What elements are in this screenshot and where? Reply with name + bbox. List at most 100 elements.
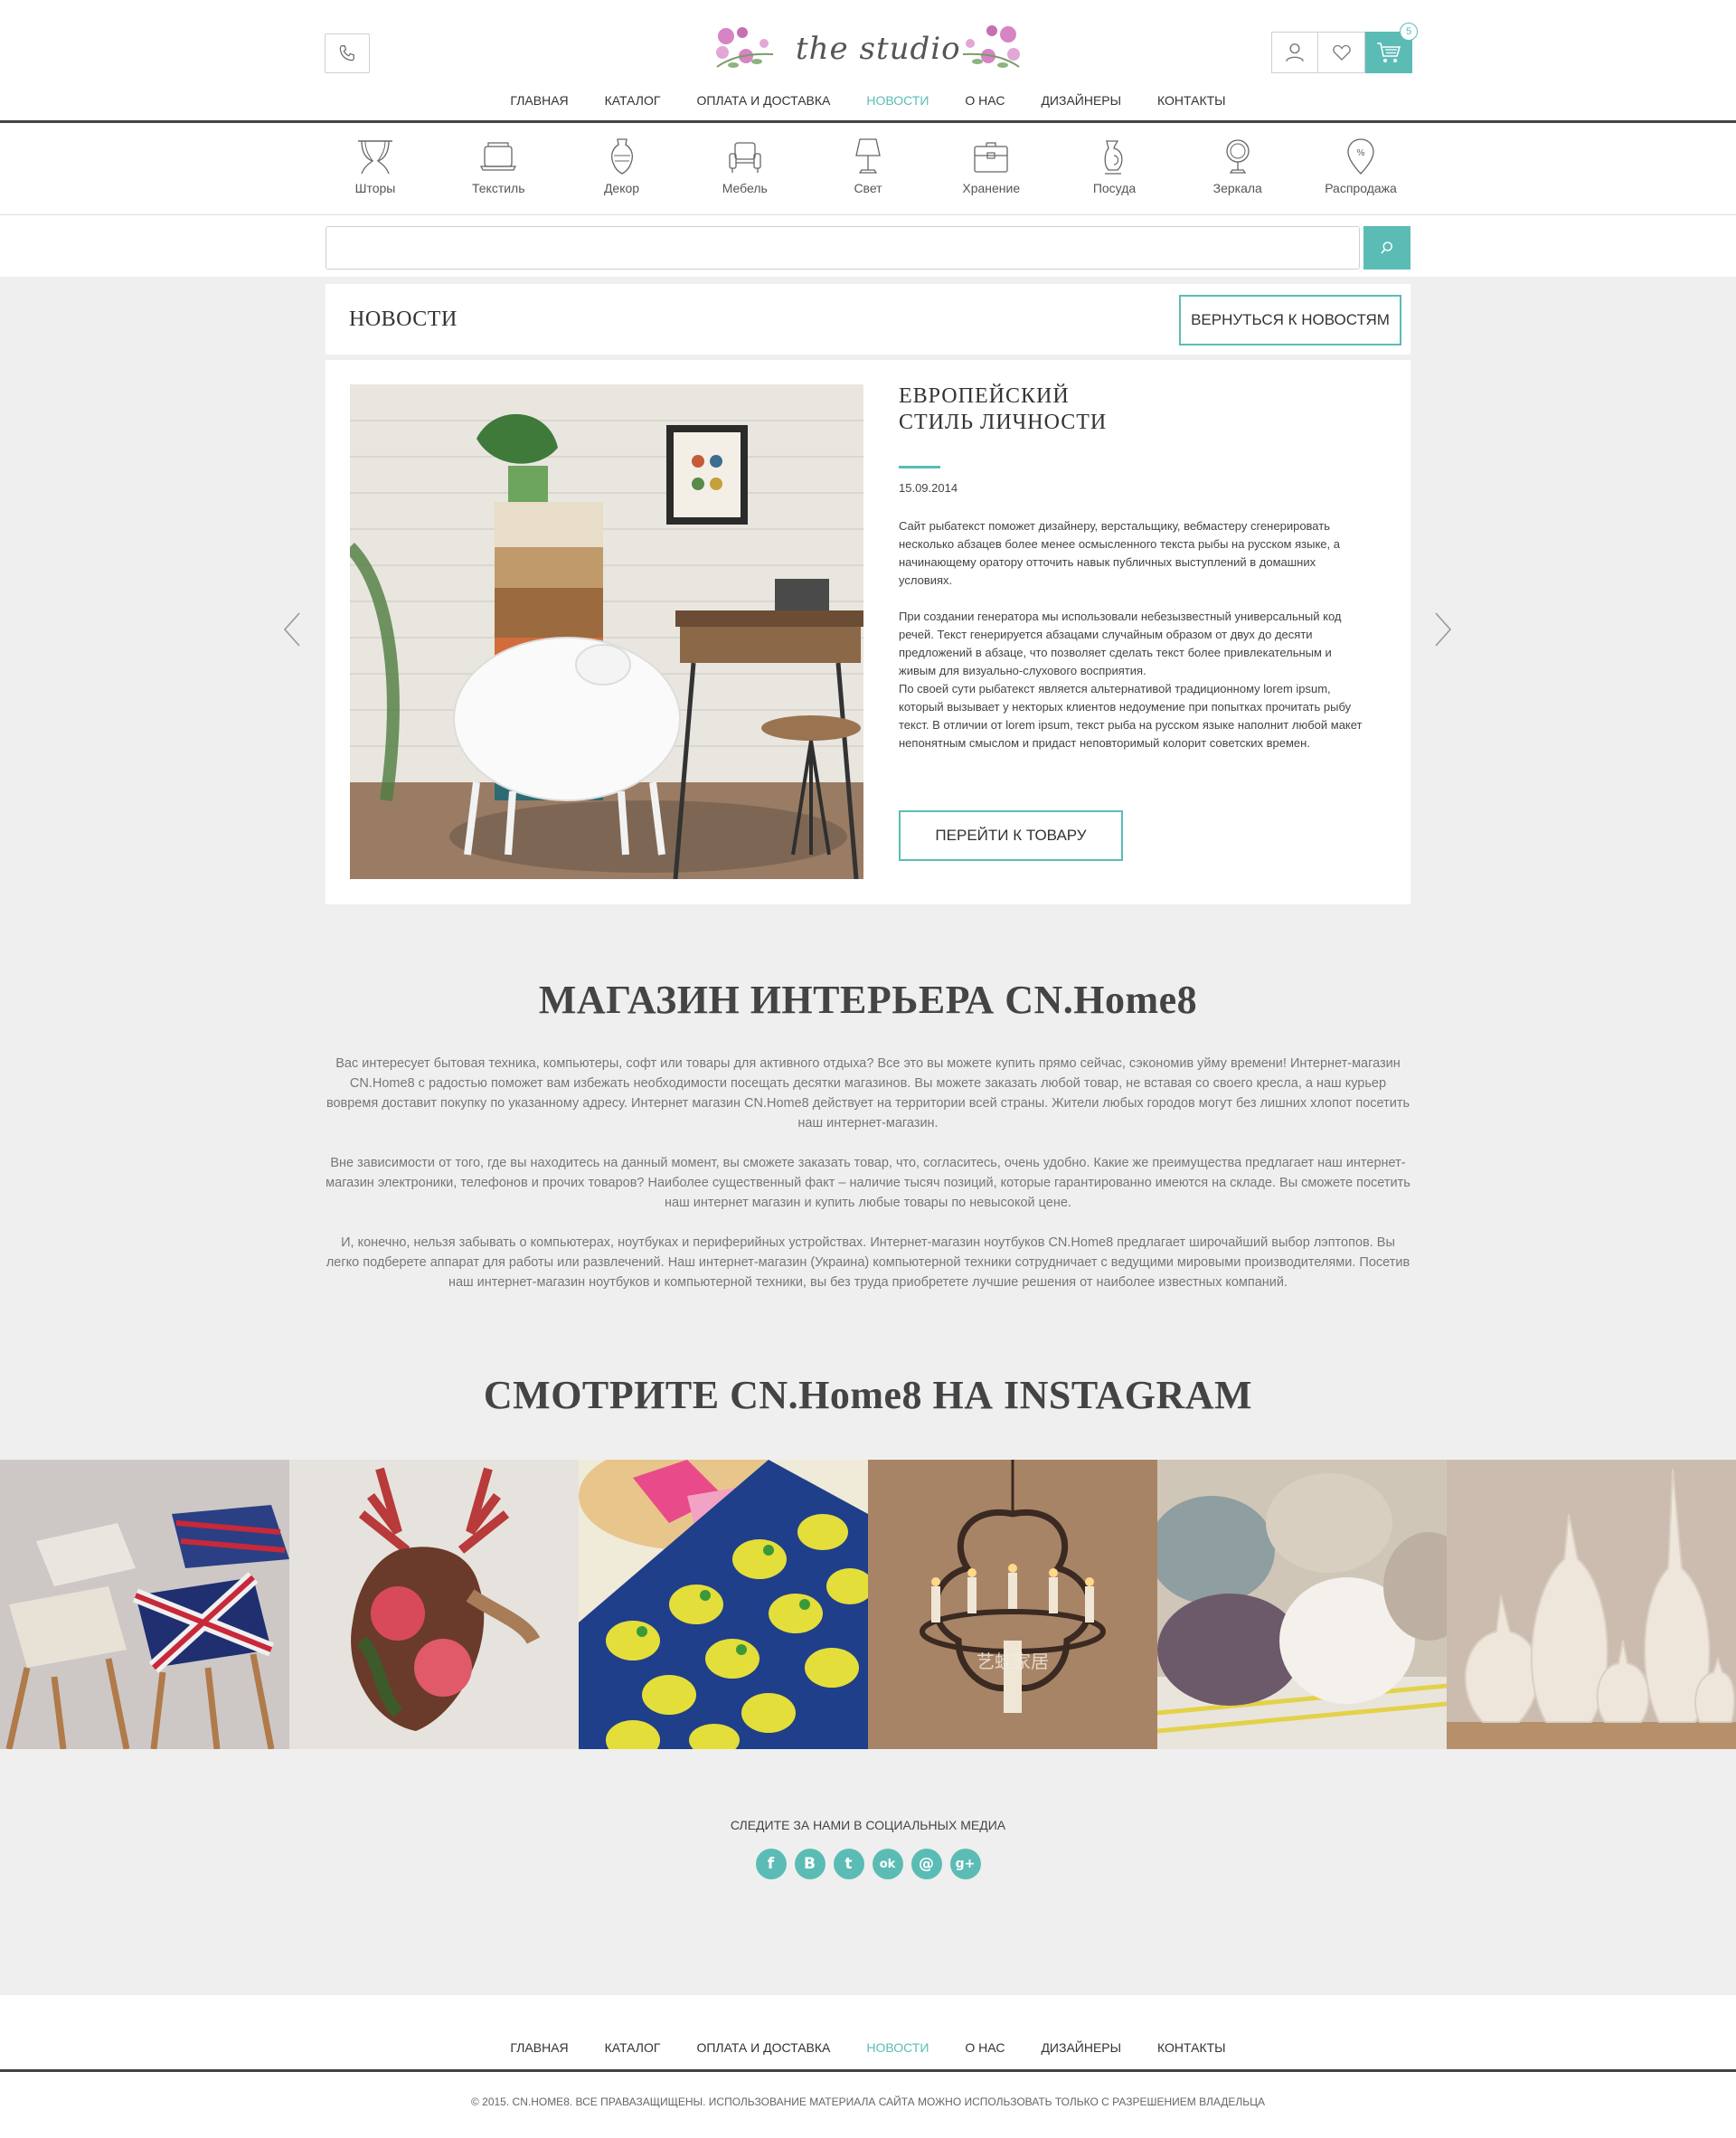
page-title: Новости (349, 307, 458, 331)
category-sale[interactable]: % Распродажа (1311, 136, 1410, 195)
instagram-title: СМОТРИТЕ CN.Home8 НА INSTAGRAM (483, 1373, 1253, 1417)
social-label: Следите за нами в социальных медиа (730, 1818, 1006, 1832)
footer-nav-designers[interactable]: Дизайнеры (1023, 2040, 1139, 2055)
social-icons: f B t ok @ g+ (0, 1849, 1736, 1879)
category-bar: Шторы Текстиль Декор Мебель Свет Хранени… (0, 123, 1736, 215)
cart-icon (1377, 43, 1401, 62)
user-tools: 5 (1271, 23, 1418, 73)
category-label: Распродажа (1325, 181, 1397, 195)
copyright-text: © 2015. CN.HOME8. Все правазащищены. Исп… (470, 2095, 1265, 2108)
social-section: Следите за нами в социальных медиа f B t… (0, 1818, 1736, 1879)
twitter-icon[interactable]: t (833, 1849, 864, 1879)
stools-photo (0, 1460, 289, 1749)
news-article: Европейский стиль личности 15.09.2014 Са… (326, 360, 1410, 904)
footer-nav-catalog[interactable]: Каталог (587, 2040, 679, 2055)
footer-nav-about[interactable]: О нас (947, 2040, 1023, 2055)
footer-nav: Главная Каталог Оплата и доставка Новост… (0, 1995, 1736, 2072)
storage-box-icon (974, 142, 1008, 173)
slider-prev-arrow-icon[interactable] (279, 610, 307, 649)
nav-designers[interactable]: Дизайнеры (1023, 93, 1139, 108)
instagram-photo-chandelier[interactable]: 艺蛙家居 (868, 1460, 1157, 1749)
textile-icon (480, 142, 517, 171)
article-image (350, 384, 863, 879)
sale-tag-icon: % (1347, 138, 1374, 175)
curtains-icon (358, 140, 392, 175)
category-storage[interactable]: Хранение (941, 136, 1041, 195)
footer-nav-payment-delivery[interactable]: Оплата и доставка (678, 2040, 848, 2055)
slider-next-arrow-icon[interactable] (1429, 610, 1456, 649)
category-curtains[interactable]: Шторы (326, 136, 425, 195)
nav-contacts[interactable]: Контакты (1139, 93, 1244, 108)
category-tableware[interactable]: Посуда (1065, 136, 1165, 195)
article-title: Европейский стиль личности (899, 384, 1108, 434)
about-paragraph: Вас интересует бытовая техника, компьюте… (326, 1056, 1410, 1130)
vase-decor-icon (610, 138, 633, 175)
fur-pillows-photo (1157, 1460, 1447, 1749)
strawberry-textile-photo (579, 1460, 868, 1749)
category-furniture[interactable]: Мебель (695, 136, 795, 195)
phone-icon (339, 45, 354, 61)
account-button[interactable] (1271, 32, 1318, 73)
category-textile[interactable]: Текстиль (448, 136, 548, 195)
footer-nav-contacts[interactable]: Контакты (1139, 2040, 1244, 2055)
phone-button[interactable] (325, 33, 370, 73)
instagram-photo-vases[interactable] (1447, 1460, 1736, 1749)
about-paragraph: И, конечно, нельзя забывать о компьютера… (326, 1235, 1410, 1290)
news-header: Новости Вернуться к новостям (326, 284, 1410, 355)
category-label: Хранение (962, 181, 1021, 195)
email-icon[interactable]: @ (910, 1849, 942, 1879)
about-title: МАГАЗИН ИНТЕРЬЕРА CN.Home8 (538, 978, 1198, 1022)
footer-nav-news[interactable]: Новости (848, 2040, 947, 2055)
wishlist-button[interactable] (1318, 32, 1365, 73)
nav-catalog[interactable]: Каталог (587, 93, 679, 108)
category-label: Посуда (1092, 181, 1137, 195)
svg-text:%: % (1356, 148, 1365, 158)
search-input[interactable] (326, 226, 1361, 270)
nav-news[interactable]: Новости (848, 93, 947, 108)
category-label: Текстиль (471, 181, 525, 195)
instagram-photo-textile[interactable] (579, 1460, 868, 1749)
go-to-product-button[interactable]: Перейти к товару (899, 810, 1123, 861)
article-date: 15.09.2014 (899, 481, 958, 495)
vk-icon[interactable]: B (794, 1849, 826, 1879)
category-decor[interactable]: Декор (572, 136, 672, 195)
search-button[interactable] (1363, 226, 1410, 270)
main-nav: Главная Каталог Оплата и доставка Новост… (0, 93, 1736, 108)
armchair-icon (729, 142, 761, 173)
cart-button[interactable]: 5 (1365, 23, 1418, 73)
instagram-grid: 艺蛙家居 (0, 1460, 1736, 1749)
site-logo[interactable]: the studio (710, 16, 1026, 80)
user-icon (1286, 43, 1304, 62)
back-to-news-button[interactable]: Вернуться к новостям (1179, 295, 1401, 345)
category-mirrors[interactable]: Зеркала (1188, 136, 1288, 195)
search-icon (1381, 241, 1393, 254)
instagram-photo-pillows[interactable] (1157, 1460, 1447, 1749)
lamp-icon (855, 138, 881, 174)
about-paragraph: Вне зависимости от того, где вы находите… (326, 1156, 1410, 1210)
title-underline (899, 466, 940, 468)
chandelier-photo: 艺蛙家居 (868, 1460, 1157, 1749)
odnoklassniki-icon[interactable]: ok (872, 1849, 903, 1879)
deer-head-photo (289, 1460, 579, 1749)
instagram-photo-stools[interactable] (0, 1460, 289, 1749)
category-label: Шторы (354, 181, 396, 195)
site-header: the studio 5 Главная Каталог Оплата и до… (0, 0, 1736, 123)
nav-payment-delivery[interactable]: Оплата и доставка (678, 93, 848, 108)
interior-photo (350, 384, 863, 879)
facebook-icon[interactable]: f (755, 1849, 787, 1879)
google-plus-icon[interactable]: g+ (949, 1849, 981, 1879)
watermark-text: 艺蛙家居 (976, 1651, 1049, 1672)
nav-home[interactable]: Главная (492, 93, 586, 108)
mirror-icon (1226, 139, 1250, 174)
instagram-photo-deer[interactable] (289, 1460, 579, 1749)
category-label: Свет (854, 181, 882, 195)
footer-nav-home[interactable]: Главная (492, 2040, 586, 2055)
flower-right-icon (962, 25, 1020, 68)
search-bar (0, 215, 1736, 277)
tableware-icon (1104, 140, 1123, 175)
about-text: Вас интересует бытовая техника, компьюте… (326, 1054, 1410, 1292)
nav-about[interactable]: О нас (947, 93, 1023, 108)
category-light[interactable]: Свет (818, 136, 918, 195)
category-label: Декор (603, 181, 640, 195)
heart-icon (1332, 44, 1351, 61)
